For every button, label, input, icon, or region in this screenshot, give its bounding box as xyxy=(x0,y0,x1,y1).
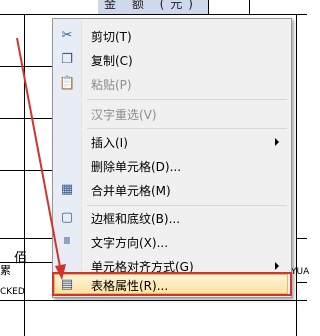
annotation-arrow xyxy=(16,37,66,280)
